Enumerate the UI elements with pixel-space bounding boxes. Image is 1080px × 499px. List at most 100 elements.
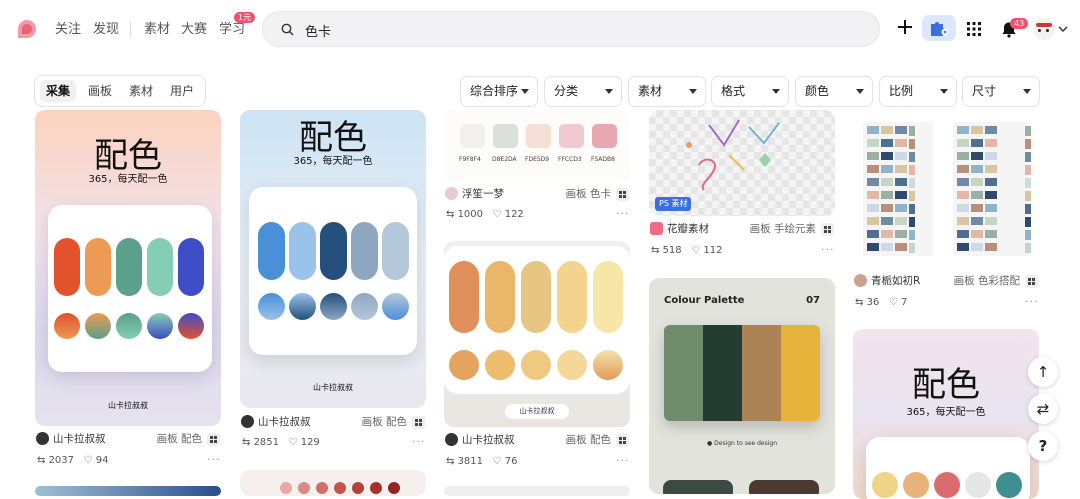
card-title: 配色	[912, 365, 980, 405]
nav-discover[interactable]: 发现	[93, 20, 119, 40]
nav-divider	[130, 22, 131, 38]
pin-card-5[interactable]: PS 素材	[649, 110, 835, 216]
board-name[interactable]: 手绘元素	[774, 223, 816, 235]
pin-card-next-2[interactable]	[240, 470, 426, 496]
chevron-down-icon[interactable]	[1058, 26, 1068, 33]
swatch	[985, 165, 997, 173]
swatch	[881, 139, 893, 147]
pin-meta-4: 山卡拉叔叔 画板 配色	[445, 432, 629, 448]
format-dropdown[interactable]: 格式	[711, 76, 789, 107]
swatch	[909, 191, 915, 201]
pin-user[interactable]: 花瓣素材	[667, 223, 709, 235]
pin-card-next-4[interactable]	[444, 486, 630, 496]
pin-card-3[interactable]: F9F8F4 D8E2DA FDE5D9 FFCCD3 F5ADB8	[444, 110, 630, 182]
more-icon[interactable]: ···	[616, 454, 630, 467]
pin-user[interactable]: 山卡拉叔叔	[258, 416, 311, 428]
board-name[interactable]: 配色	[386, 416, 407, 428]
avatar[interactable]	[1033, 18, 1055, 40]
material-dropdown[interactable]: 素材	[628, 76, 706, 107]
nav-learn[interactable]: 学习	[219, 20, 245, 40]
swatch	[971, 178, 983, 186]
pin-card-1[interactable]: 配色 365，每天配一色 山卡拉叔叔	[35, 110, 221, 426]
pin-card-8[interactable]: 配色 365，每天配一色	[853, 329, 1039, 499]
more-icon[interactable]: ···	[616, 207, 630, 220]
more-icon[interactable]: ···	[821, 243, 835, 256]
category-label: 分类	[554, 84, 579, 98]
nav-material[interactable]: 素材	[144, 20, 170, 40]
nav-contest[interactable]: 大赛	[181, 20, 207, 40]
swatch	[1025, 152, 1031, 162]
pin-card-7[interactable]	[853, 110, 1039, 268]
swatch	[909, 178, 915, 188]
avatar[interactable]	[36, 432, 49, 445]
avatar[interactable]	[445, 433, 458, 446]
scroll-top-button[interactable]: ↑	[1028, 357, 1058, 387]
plugin-button[interactable]	[922, 15, 956, 41]
board-icon[interactable]	[1025, 275, 1038, 288]
swatch	[881, 165, 893, 173]
swatch	[867, 126, 879, 134]
swatch	[971, 152, 983, 160]
caret-down-icon	[521, 89, 529, 94]
tab-material[interactable]: 素材	[123, 80, 159, 102]
board-icon[interactable]	[616, 434, 629, 447]
more-icon[interactable]: ···	[412, 435, 426, 448]
swatch	[881, 230, 893, 238]
avatar[interactable]	[854, 274, 867, 287]
board-icon[interactable]	[821, 223, 834, 236]
tab-user[interactable]: 用户	[164, 80, 200, 102]
tab-board[interactable]: 画板	[82, 80, 118, 102]
pin-stats-3: ⇆ 1000 ♡ 122	[446, 209, 524, 220]
pin-card-6[interactable]: Colour Palette 07 ● Design to see design	[649, 278, 835, 494]
board-label: 画板	[565, 188, 587, 200]
card-subtitle: 365，每天配一色	[293, 156, 373, 167]
color-dropdown[interactable]: 颜色	[795, 76, 873, 107]
like-count: 112	[703, 245, 723, 256]
board-name[interactable]: 色卡	[590, 188, 611, 200]
swatch	[985, 230, 997, 238]
save-count: 2037	[48, 455, 75, 466]
board-label: 画板	[953, 275, 975, 287]
pin-user[interactable]: 浮笙一梦	[462, 188, 504, 200]
plus-icon[interactable]	[896, 18, 914, 36]
more-icon[interactable]: ···	[207, 453, 221, 466]
pin-card-4[interactable]: 山卡拉叔叔	[444, 241, 630, 427]
avatar[interactable]	[241, 415, 254, 428]
pin-card-next-1[interactable]	[35, 486, 221, 496]
apps-grid-icon[interactable]	[966, 21, 982, 37]
pin-card-2[interactable]: 配色 365，每天配一色 山卡拉叔叔	[240, 110, 426, 408]
board-name[interactable]: 配色	[181, 433, 202, 445]
board-label: 画板	[156, 433, 178, 445]
sort-dropdown[interactable]: 综合排序	[460, 76, 538, 107]
more-icon[interactable]: ···	[1025, 295, 1039, 308]
category-dropdown[interactable]: 分类	[544, 76, 622, 107]
tab-collect[interactable]: 采集	[40, 80, 77, 102]
swatch	[909, 126, 915, 136]
color-code: FDE5D9	[525, 156, 550, 163]
avatar[interactable]	[445, 187, 458, 200]
search-input[interactable]: 色卡	[262, 11, 880, 47]
pin-user[interactable]: 山卡拉叔叔	[462, 434, 515, 446]
board-icon[interactable]	[616, 188, 629, 201]
board-name[interactable]: 色彩搭配	[978, 275, 1020, 287]
nav-follow[interactable]: 关注	[55, 20, 81, 40]
ratio-dropdown[interactable]: 比例	[879, 76, 957, 107]
card-signature: 山卡拉叔叔	[108, 401, 148, 410]
size-dropdown[interactable]: 尺寸	[962, 76, 1040, 107]
board-name[interactable]: 配色	[590, 434, 611, 446]
ratio-label: 比例	[889, 84, 914, 98]
save-count: 3811	[457, 456, 484, 467]
format-label: 格式	[721, 84, 746, 98]
swatch	[895, 230, 907, 238]
board-icon[interactable]	[207, 433, 220, 446]
pin-user[interactable]: 青栀如初R	[871, 275, 920, 287]
huaban-logo[interactable]	[16, 18, 38, 40]
material-label: 素材	[638, 84, 663, 98]
swatch	[971, 243, 983, 251]
filter-button[interactable]: ⇄	[1028, 394, 1058, 424]
help-button[interactable]: ?	[1028, 431, 1058, 461]
swatch	[867, 178, 879, 186]
pin-user[interactable]: 山卡拉叔叔	[53, 433, 106, 445]
board-icon[interactable]	[412, 416, 425, 429]
avatar[interactable]	[650, 222, 663, 235]
